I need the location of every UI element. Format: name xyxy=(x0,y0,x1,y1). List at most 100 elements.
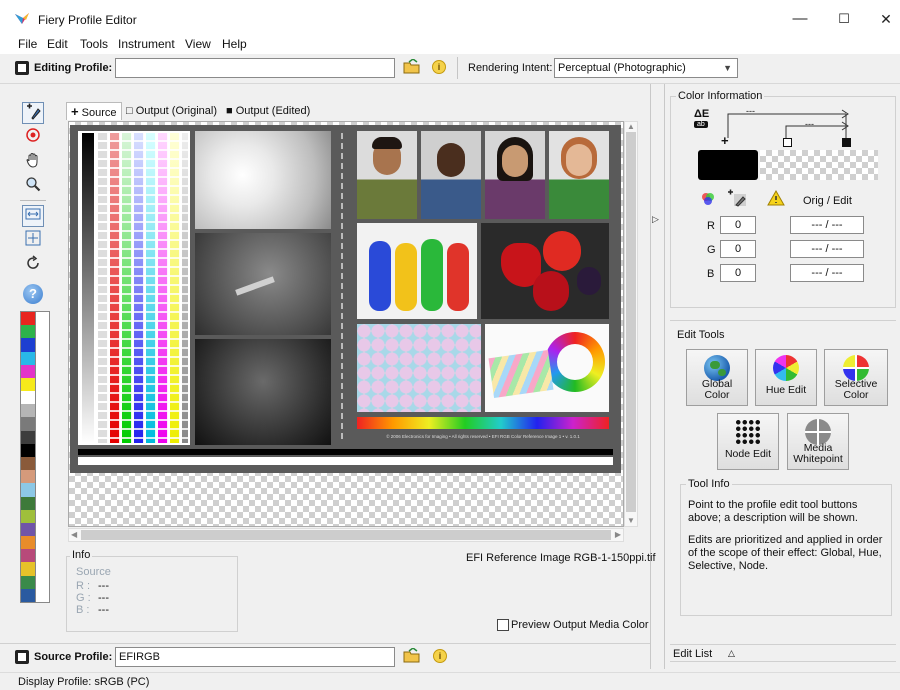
source-open-folder-icon[interactable] xyxy=(403,647,421,664)
color-swatch[interactable] xyxy=(21,417,35,431)
maximize-button[interactable]: ☐ xyxy=(822,6,866,32)
color-swatch[interactable] xyxy=(21,483,35,497)
color-swatch[interactable] xyxy=(21,364,35,378)
menu-tools[interactable]: Tools xyxy=(78,37,110,51)
horizontal-scrollbar[interactable]: ◀ ▶ xyxy=(68,528,624,542)
close-button[interactable]: ✕ xyxy=(864,6,900,32)
menu-view[interactable]: View xyxy=(183,37,213,51)
scroll-left-icon[interactable]: ◀ xyxy=(71,529,77,541)
color-swatch[interactable] xyxy=(21,338,35,352)
color-swatch[interactable] xyxy=(21,430,35,444)
eyedropper-sample-icon[interactable] xyxy=(726,188,748,208)
scroll-down-icon[interactable]: ▼ xyxy=(625,516,637,525)
scroll-thumb[interactable] xyxy=(626,132,636,512)
color-swatch[interactable] xyxy=(21,509,35,523)
window-title: Fiery Profile Editor xyxy=(38,13,137,27)
color-swatch[interactable] xyxy=(21,351,35,365)
square-filled-icon: ■ xyxy=(226,105,233,117)
info-icon[interactable]: i xyxy=(432,60,446,74)
tab-output-edited[interactable]: ■ Output (Edited) xyxy=(222,102,314,120)
eyedropper-add-icon[interactable] xyxy=(22,102,44,124)
hue-wheel-icon xyxy=(773,355,799,381)
menu-edit[interactable]: Edit xyxy=(45,37,70,51)
white-bar xyxy=(78,457,613,465)
fit-width-icon[interactable] xyxy=(22,205,44,227)
help-icon[interactable]: ? xyxy=(22,283,44,305)
node-edit-label: Node Edit xyxy=(724,448,772,460)
channel-g-orig-edit: --- / --- xyxy=(790,240,864,258)
menu-help[interactable]: Help xyxy=(220,37,249,51)
open-folder-icon[interactable] xyxy=(403,58,421,75)
hue-edit-button[interactable]: Hue Edit xyxy=(755,349,817,406)
menu-instrument[interactable]: Instrument xyxy=(116,37,177,51)
status-bar: Display Profile: sRGB (PC) xyxy=(0,672,900,690)
color-swatch[interactable] xyxy=(21,536,35,550)
channel-g-input[interactable]: 0 xyxy=(720,240,756,258)
color-swatch[interactable] xyxy=(21,325,35,339)
color-swatch[interactable] xyxy=(21,496,35,510)
color-swatch[interactable] xyxy=(21,588,35,602)
scroll-right-icon[interactable]: ▶ xyxy=(615,529,621,541)
media-whitepoint-button[interactable]: Media Whitepoint xyxy=(787,413,849,470)
delta-dash-top: --- xyxy=(746,106,755,116)
color-swatch[interactable] xyxy=(21,404,35,418)
hand-icon[interactable] xyxy=(22,152,44,174)
color-swatch[interactable] xyxy=(21,549,35,563)
delta-e-label: ΔE xyxy=(694,108,710,120)
menu-file[interactable]: File xyxy=(16,37,39,51)
target-icon[interactable] xyxy=(22,127,44,149)
minimize-button[interactable]: — xyxy=(778,6,822,32)
original-square-icon xyxy=(783,138,792,147)
black-bar xyxy=(78,449,613,455)
source-profile-field[interactable]: EFIRGB xyxy=(115,647,395,667)
scroll-thumb-h[interactable] xyxy=(81,530,611,540)
tab-source[interactable]: + Source xyxy=(66,102,122,120)
color-swatch[interactable] xyxy=(21,391,35,405)
global-color-button[interactable]: Global Color xyxy=(686,349,748,406)
tab-source-label: Source xyxy=(81,107,117,119)
dark-still-life-photo xyxy=(195,339,331,445)
editing-profile-field[interactable] xyxy=(115,58,395,78)
color-swatch[interactable] xyxy=(21,312,35,326)
panel-splitter[interactable] xyxy=(650,84,651,669)
color-swatch[interactable] xyxy=(21,377,35,392)
preview-output-checkbox[interactable] xyxy=(497,619,509,631)
tab-output-original[interactable]: □ Output (Original) xyxy=(122,102,221,120)
media-whitepoint-line2: Whitepoint xyxy=(793,453,843,465)
node-edit-button[interactable]: Node Edit xyxy=(717,413,779,470)
title-bar: Fiery Profile Editor — ☐ ✕ xyxy=(0,0,900,36)
tool-info-title: Tool Info xyxy=(686,478,732,490)
color-swatch[interactable] xyxy=(21,470,35,484)
color-swatch[interactable] xyxy=(21,443,35,457)
panel-splitter-right xyxy=(664,84,665,669)
portrait-2-photo xyxy=(421,131,481,219)
channel-r-input[interactable]: 0 xyxy=(720,216,756,234)
app-logo-icon xyxy=(15,13,29,24)
selective-color-button[interactable]: Selective Color xyxy=(824,349,888,406)
fit-page-icon[interactable] xyxy=(22,230,44,252)
color-swatch[interactable] xyxy=(21,457,35,471)
source-color-swatch xyxy=(698,150,758,180)
color-swatch[interactable] xyxy=(21,562,35,576)
scroll-up-icon[interactable]: ▲ xyxy=(625,122,637,131)
collapse-arrow-icon[interactable]: ▷ xyxy=(652,214,659,225)
refresh-icon[interactable] xyxy=(22,255,44,277)
zoom-icon[interactable] xyxy=(22,176,44,198)
portrait-1-photo xyxy=(357,131,417,219)
rendering-intent-select[interactable]: Perceptual (Photographic) ▼ xyxy=(554,58,738,78)
color-swatch[interactable] xyxy=(21,575,35,589)
edit-tools-title: Edit Tools xyxy=(677,329,725,341)
gray-ramp-panel xyxy=(78,131,190,445)
channel-b-input[interactable]: 0 xyxy=(720,264,756,282)
tool-info-text-1: Point to the profile edit tool buttons a… xyxy=(688,499,858,524)
toolbar-divider xyxy=(457,57,458,79)
edit-list-label[interactable]: Edit List xyxy=(673,648,712,660)
color-swatch[interactable] xyxy=(21,522,35,537)
source-info-icon[interactable]: i xyxy=(433,649,447,663)
edit-list-expand-icon[interactable]: △ xyxy=(728,648,735,659)
source-profile-label: Source Profile: xyxy=(34,651,113,663)
vertical-scrollbar[interactable]: ▲ ▼ xyxy=(624,121,638,527)
swatch-scrollbar[interactable] xyxy=(36,311,50,603)
color-circles-icon[interactable] xyxy=(700,191,716,207)
info-r-label: R : xyxy=(76,580,91,592)
